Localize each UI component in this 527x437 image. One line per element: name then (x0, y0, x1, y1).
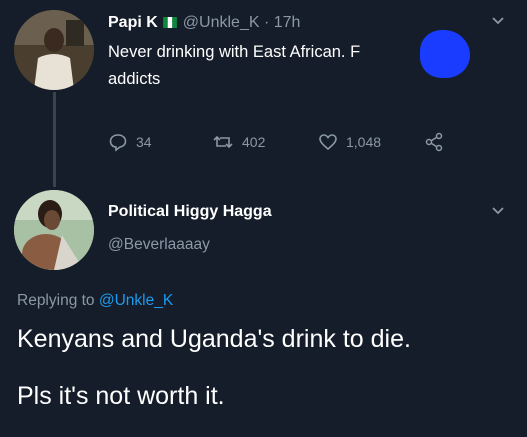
avatar-photo (14, 10, 94, 90)
timestamp[interactable]: 17h (274, 14, 301, 31)
reply-count: 34 (136, 134, 152, 150)
chevron-down-icon[interactable] (491, 16, 505, 26)
chevron-down-icon[interactable] (491, 206, 505, 216)
retweet-button[interactable]: 402 (212, 132, 265, 152)
separator: · (263, 14, 270, 31)
tweet-text-line: Kenyans and Uganda's drink to die. (17, 325, 411, 353)
replying-to: Replying to @Unkle_K (17, 292, 173, 310)
replying-label: Replying to (17, 292, 95, 309)
like-button[interactable]: 1,048 (318, 132, 381, 152)
like-icon (319, 134, 337, 151)
display-name[interactable]: Political Higgy Hagga (108, 203, 272, 221)
thread-line (53, 92, 56, 187)
redaction-scribble (420, 30, 470, 78)
tweet-header: Papi K @Unkle_K · 17h (108, 14, 300, 32)
handle[interactable]: @Beverlaaaay (108, 236, 210, 254)
handle[interactable]: @Unkle_K (183, 14, 260, 31)
mention-link[interactable]: @Unkle_K (99, 292, 173, 309)
retweet-icon (213, 135, 233, 149)
avatar-photo (14, 190, 94, 270)
nigeria-flag-icon (162, 17, 177, 28)
like-count: 1,048 (346, 134, 382, 150)
display-name[interactable]: Papi K (108, 14, 158, 31)
reply-button[interactable]: 34 (108, 132, 152, 152)
retweet-count: 402 (242, 134, 266, 150)
share-icon (425, 132, 443, 152)
twitter-thread: Papi K @Unkle_K · 17h Never drinking wit… (0, 0, 527, 437)
share-button[interactable] (424, 132, 452, 152)
avatar[interactable] (14, 10, 94, 90)
tweet-text-line: Pls it's not worth it. (17, 382, 225, 410)
reply-icon (109, 134, 127, 152)
avatar[interactable] (14, 190, 94, 270)
